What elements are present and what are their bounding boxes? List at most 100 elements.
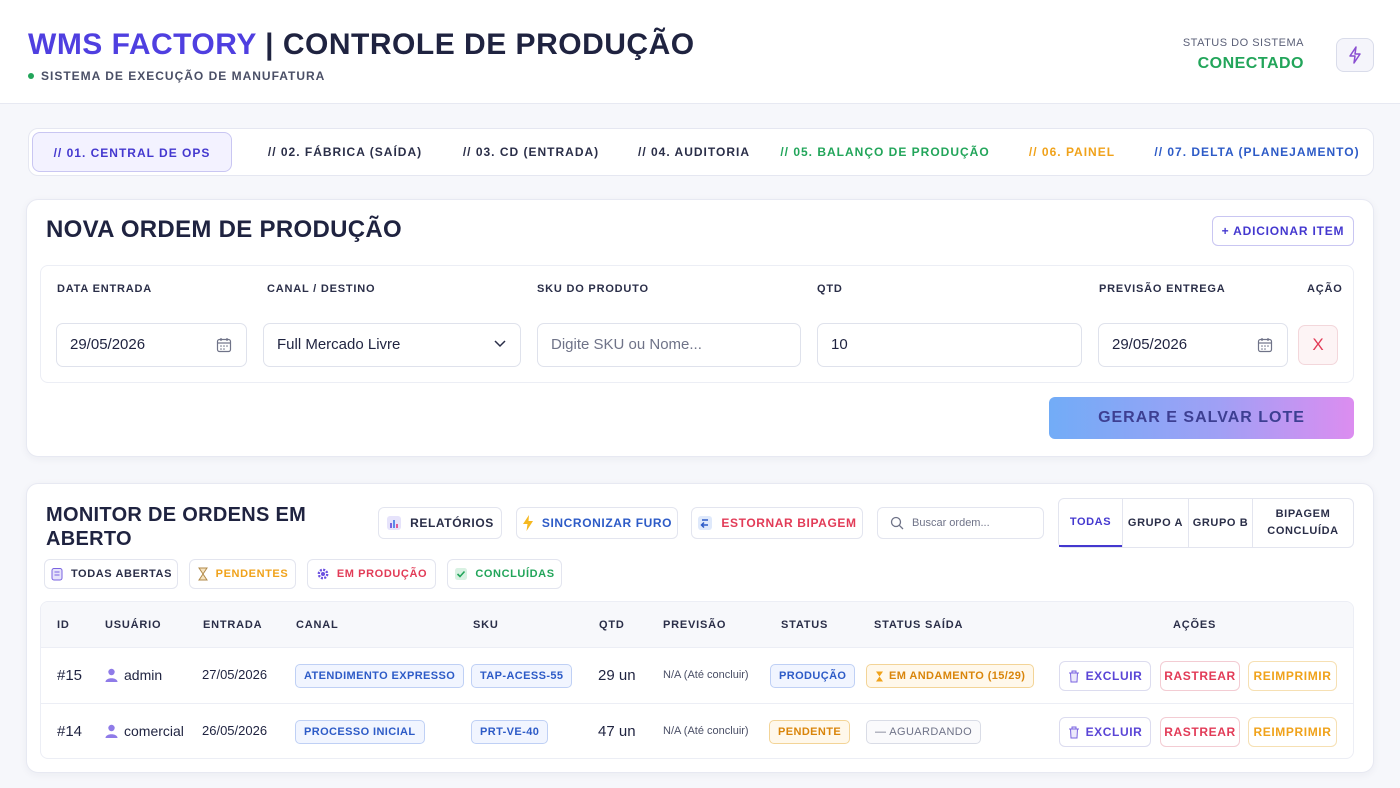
tab-central-de-ops[interactable]: // 01. CENTRAL DE OPS xyxy=(32,132,232,172)
reports-label: RELATÓRIOS xyxy=(410,516,494,530)
order-user: admin xyxy=(105,667,162,683)
forecast-date-field[interactable]: 29/05/2026 xyxy=(1098,323,1288,367)
new-order-title: NOVA ORDEM DE PRODUÇÃO xyxy=(46,216,402,243)
filter-em-producao[interactable]: EM PRODUÇÃO xyxy=(307,559,436,589)
hourglass-icon xyxy=(197,567,208,581)
col-status: STATUS xyxy=(781,619,829,631)
order-id: #14 xyxy=(57,723,83,740)
user-icon xyxy=(105,668,118,682)
segment-bipagem-concluida[interactable]: BIPAGEM CONCLUÍDA xyxy=(1252,499,1353,547)
lightning-icon xyxy=(522,515,533,531)
calendar-icon[interactable] xyxy=(1257,337,1273,353)
date-in-value: 29/05/2026 xyxy=(70,336,146,353)
main-tabs: // 01. CENTRAL DE OPS // 02. FÁBRICA (SA… xyxy=(28,128,1374,176)
sync-gap-label: SINCRONIZAR FURO xyxy=(541,516,673,530)
track-button[interactable]: RASTREAR xyxy=(1160,717,1240,747)
filter-todas-abertas-label: TODAS ABERTAS xyxy=(70,568,173,580)
col-id: ID xyxy=(57,619,70,631)
segment-todas[interactable]: TODAS xyxy=(1059,499,1122,547)
order-forecast: N/A (Até concluir) xyxy=(663,725,749,737)
qty-label: QTD xyxy=(817,283,843,295)
order-user-name: admin xyxy=(124,667,163,683)
group-segment-control: TODAS GRUPO A GRUPO B BIPAGEM CONCLUÍDA xyxy=(1058,498,1354,548)
reprint-button[interactable]: REIMPRIMIR xyxy=(1248,661,1337,691)
order-forecast: N/A (Até concluir) xyxy=(663,669,749,681)
filter-todas-abertas[interactable]: TODAS ABERTAS xyxy=(44,559,178,589)
delete-label: EXCLUIR xyxy=(1085,725,1143,739)
gear-icon xyxy=(317,568,329,580)
col-previsao: PREVISÃO xyxy=(663,619,727,631)
trash-icon xyxy=(1068,726,1079,738)
top-header: WMS FACTORY | CONTROLE DE PRODUÇÃO SISTE… xyxy=(0,0,1400,104)
monitor-title: MONITOR DE ORDENS EM ABERTO xyxy=(46,504,307,550)
col-status-saida: STATUS SAÍDA xyxy=(874,619,964,631)
col-usuario: USUÁRIO xyxy=(105,619,162,631)
sku-badge: PRT-VE-40 xyxy=(471,720,549,744)
table-header: ID USUÁRIO ENTRADA CANAL SKU QTD PREVISÃ… xyxy=(41,602,1353,648)
delete-label: EXCLUIR xyxy=(1085,669,1143,683)
sku-input[interactable]: Digite SKU ou Nome... xyxy=(537,323,801,367)
segment-grupo-b[interactable]: GRUPO B xyxy=(1188,499,1252,547)
title-separator: | xyxy=(265,28,275,61)
order-id: #15 xyxy=(57,667,83,684)
forecast-label: PREVISÃO ENTREGA xyxy=(1099,283,1226,295)
forecast-date-value: 29/05/2026 xyxy=(1112,336,1188,353)
status-badge: PRODUÇÃO xyxy=(770,664,856,688)
subtitle-text: SISTEMA DE EXECUÇÃO DE MANUFATURA xyxy=(41,69,326,83)
filter-em-producao-label: EM PRODUÇÃO xyxy=(336,568,428,580)
filter-pendentes-label: PENDENTES xyxy=(215,568,289,580)
order-user-name: comercial xyxy=(124,723,184,739)
reverse-scan-button[interactable]: ESTORNAR BIPAGEM xyxy=(691,507,863,539)
channel-value: Full Mercado Livre xyxy=(277,336,401,353)
delete-button[interactable]: EXCLUIR xyxy=(1059,717,1151,747)
calendar-icon[interactable] xyxy=(216,337,232,353)
user-icon xyxy=(105,724,118,738)
sku-badge: TAP-ACESS-55 xyxy=(471,664,573,688)
order-qty: 47 un xyxy=(598,723,636,740)
exit-status-text: EM ANDAMENTO (15/29) xyxy=(889,670,1026,682)
tab-fabrica-saida[interactable]: // 02. FÁBRICA (SAÍDA) xyxy=(245,132,445,172)
generate-batch-button[interactable]: GERAR E SALVAR LOTE xyxy=(1049,397,1354,439)
order-date: 27/05/2026 xyxy=(202,667,268,682)
col-sku: SKU xyxy=(473,619,499,631)
exit-status-badge: EM ANDAMENTO (15/29) xyxy=(866,664,1035,688)
trash-icon xyxy=(1068,670,1079,682)
col-acoes: AÇÕES xyxy=(1173,619,1217,631)
app-root: WMS FACTORY | CONTROLE DE PRODUÇÃO SISTE… xyxy=(0,0,1400,788)
order-user: comercial xyxy=(105,723,184,739)
reverse-scan-label: ESTORNAR BIPAGEM xyxy=(721,516,857,530)
channel-select[interactable]: Full Mercado Livre xyxy=(263,323,521,367)
channel-badge: PROCESSO INICIAL xyxy=(295,720,425,744)
tab-auditoria[interactable]: // 04. AUDITORIA xyxy=(619,132,769,172)
remove-item-button[interactable]: X xyxy=(1298,325,1338,365)
quick-action-button[interactable] xyxy=(1336,38,1374,72)
add-item-button[interactable]: + ADICIONAR ITEM xyxy=(1212,216,1354,246)
reprint-button[interactable]: REIMPRIMIR xyxy=(1248,717,1337,747)
sku-label: SKU DO PRODUTO xyxy=(537,283,649,295)
chevron-down-icon xyxy=(494,340,506,348)
filter-concluidas-label: CONCLUÍDAS xyxy=(475,568,555,580)
tab-delta-planejamento[interactable]: // 07. DELTA (PLANEJAMENTO) xyxy=(1147,132,1367,172)
track-button[interactable]: RASTREAR xyxy=(1160,661,1240,691)
date-in-field[interactable]: 29/05/2026 xyxy=(56,323,247,367)
order-date: 26/05/2026 xyxy=(202,723,268,738)
brand-name: WMS FACTORY xyxy=(28,28,257,61)
segment-grupo-a[interactable]: GRUPO A xyxy=(1122,499,1188,547)
system-status: STATUS DO SISTEMA CONECTADO xyxy=(1183,37,1304,73)
undo-arrow-icon xyxy=(698,516,713,530)
reports-button[interactable]: RELATÓRIOS xyxy=(378,507,502,539)
delete-button[interactable]: EXCLUIR xyxy=(1059,661,1151,691)
tab-painel[interactable]: // 06. PAINEL xyxy=(1017,132,1127,172)
app-subtitle: SISTEMA DE EXECUÇÃO DE MANUFATURA xyxy=(28,69,325,83)
order-search-input[interactable]: Buscar ordem... xyxy=(877,507,1044,539)
filter-concluidas[interactable]: CONCLUÍDAS xyxy=(447,559,562,589)
sync-gap-button[interactable]: SINCRONIZAR FURO xyxy=(516,507,678,539)
action-label: AÇÃO xyxy=(1307,283,1343,295)
qty-input[interactable]: 10 xyxy=(817,323,1082,367)
filter-pendentes[interactable]: PENDENTES xyxy=(189,559,296,589)
tab-balanco-de-producao[interactable]: // 05. BALANÇO DE PRODUÇÃO xyxy=(777,132,993,172)
system-status-value: CONECTADO xyxy=(1197,55,1304,72)
table-row: #15 admin 27/05/2026 ATENDIMENTO EXPRESS… xyxy=(41,648,1353,704)
hourglass-icon xyxy=(876,671,883,681)
tab-cd-entrada[interactable]: // 03. CD (ENTRADA) xyxy=(441,132,621,172)
